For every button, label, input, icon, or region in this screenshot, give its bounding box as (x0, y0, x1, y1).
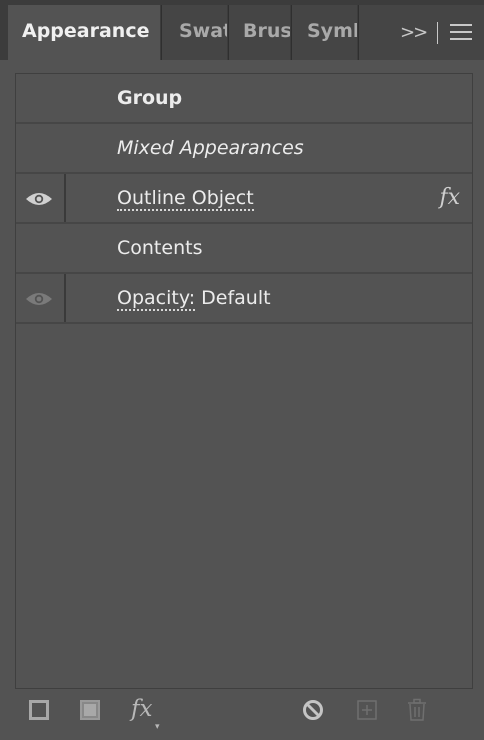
opacity-link[interactable]: Opacity: (117, 287, 196, 311)
list-row-group[interactable]: Group (16, 74, 472, 124)
eye-icon[interactable] (25, 291, 53, 307)
eye-icon[interactable] (25, 191, 53, 207)
fx-menu-button[interactable]: fx ▾ (131, 696, 160, 732)
list-row-contents[interactable]: Contents (16, 224, 472, 274)
visibility-column[interactable] (16, 174, 66, 222)
outline-object-link[interactable]: Outline Object (117, 174, 254, 222)
list-row-opacity[interactable]: Opacity: Default (16, 274, 472, 324)
outline-object-label: Outline Object (117, 187, 254, 211)
fx-indicator-icon[interactable]: fx (439, 174, 460, 222)
list-row-outline-object[interactable]: Outline Object fx (16, 174, 472, 224)
no-symbol-icon[interactable] (302, 699, 324, 721)
bottom-toolbar: fx ▾ (0, 690, 484, 732)
trash-icon[interactable] (406, 698, 428, 722)
appearance-list: Group Mixed Appearances Outline Object f… (15, 73, 473, 689)
tab-swatches[interactable]: Swat (161, 5, 227, 60)
tab-bar-divider (437, 22, 438, 44)
chevron-down-icon: ▾ (155, 722, 160, 732)
square-filled-icon[interactable] (80, 700, 100, 720)
contents-label: Contents (117, 237, 203, 259)
visibility-column[interactable] (16, 274, 66, 322)
tab-brushes[interactable]: Brus (228, 5, 290, 60)
group-label: Group (117, 87, 183, 109)
tab-appearance[interactable]: Appearance (8, 5, 160, 60)
tab-symbols[interactable]: Symb (291, 5, 357, 60)
fx-menu-label: fx (131, 696, 153, 722)
plus-square-icon[interactable] (356, 699, 378, 721)
mixed-appearances-label: Mixed Appearances (117, 137, 304, 159)
panel-tab-bar: Appearance Swat Brus Symb >> (0, 0, 484, 60)
list-row-mixed-appearances[interactable]: Mixed Appearances (16, 124, 472, 174)
square-outline-icon[interactable] (29, 700, 49, 720)
tab-overflow-button[interactable]: >> (400, 20, 428, 46)
opacity-value: Default (195, 287, 271, 309)
hamburger-menu-icon[interactable] (450, 24, 472, 42)
opacity-row-text: Opacity: Default (117, 274, 271, 322)
